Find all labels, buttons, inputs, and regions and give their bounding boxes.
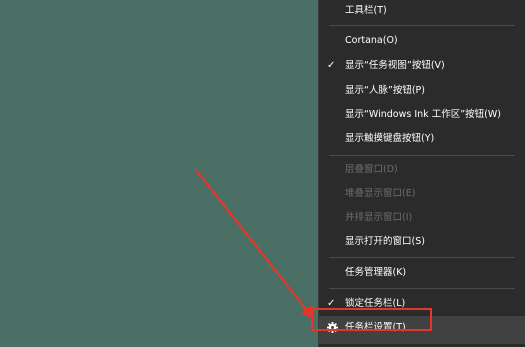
menu-separator: [329, 288, 515, 289]
menu-item-label: 层叠窗口(D): [345, 164, 398, 175]
menu-item-label: 堆叠显示窗口(E): [345, 188, 416, 199]
menu-item-cascade-windows: 层叠窗口(D): [319, 159, 525, 183]
menu-item-stack-windows: 堆叠显示窗口(E): [319, 183, 525, 207]
menu-item-label: 显示打开的窗口(S): [345, 236, 425, 247]
menu-item-show-windows-ink-button[interactable]: 显示“Windows Ink 工作区”按钮(W): [319, 104, 525, 128]
menu-item-taskbar-settings[interactable]: 任务栏设置(T): [311, 308, 525, 344]
menu-item-show-open-windows[interactable]: 显示打开的窗口(S): [319, 231, 525, 255]
menu-item-label: 显示“Windows Ink 工作区”按钮(W): [345, 109, 501, 120]
menu-item-label: 显示“人脉”按钮(P): [345, 85, 425, 96]
menu-item-label: 并排显示窗口(I): [345, 212, 413, 223]
menu-separator: [329, 25, 515, 26]
menu-item-label: 显示触摸键盘按钮(Y): [345, 133, 435, 144]
menu-separator: [329, 155, 515, 156]
menu-item-label: 任务管理器(K): [345, 267, 407, 278]
menu-item-side-by-side-windows: 并排显示窗口(I): [319, 207, 525, 231]
menu-item-show-task-view-button[interactable]: ✓ 显示“任务视图”按钮(V): [319, 55, 525, 79]
menu-item-toolbars[interactable]: 工具栏(T): [319, 0, 525, 24]
menu-item-show-touch-keyboard-button[interactable]: 显示触摸键盘按钮(Y): [319, 128, 525, 152]
menu-item-task-manager[interactable]: 任务管理器(K): [319, 262, 525, 286]
menu-item-label: 显示“任务视图”按钮(V): [345, 60, 445, 71]
checkmark-icon: ✓: [327, 60, 336, 71]
menu-separator: [329, 257, 515, 258]
taskbar-context-menu: 工具栏(T) Cortana(O) ✓ 显示“任务视图”按钮(V) 显示“人脉”…: [311, 0, 525, 347]
menu-item-label: 工具栏(T): [345, 5, 387, 16]
menu-item-label: Cortana(O): [345, 35, 398, 46]
menu-item-show-people-button[interactable]: 显示“人脉”按钮(P): [319, 80, 525, 104]
menu-item-cortana[interactable]: Cortana(O): [319, 30, 525, 54]
annotation-highlight-box: [311, 308, 432, 331]
